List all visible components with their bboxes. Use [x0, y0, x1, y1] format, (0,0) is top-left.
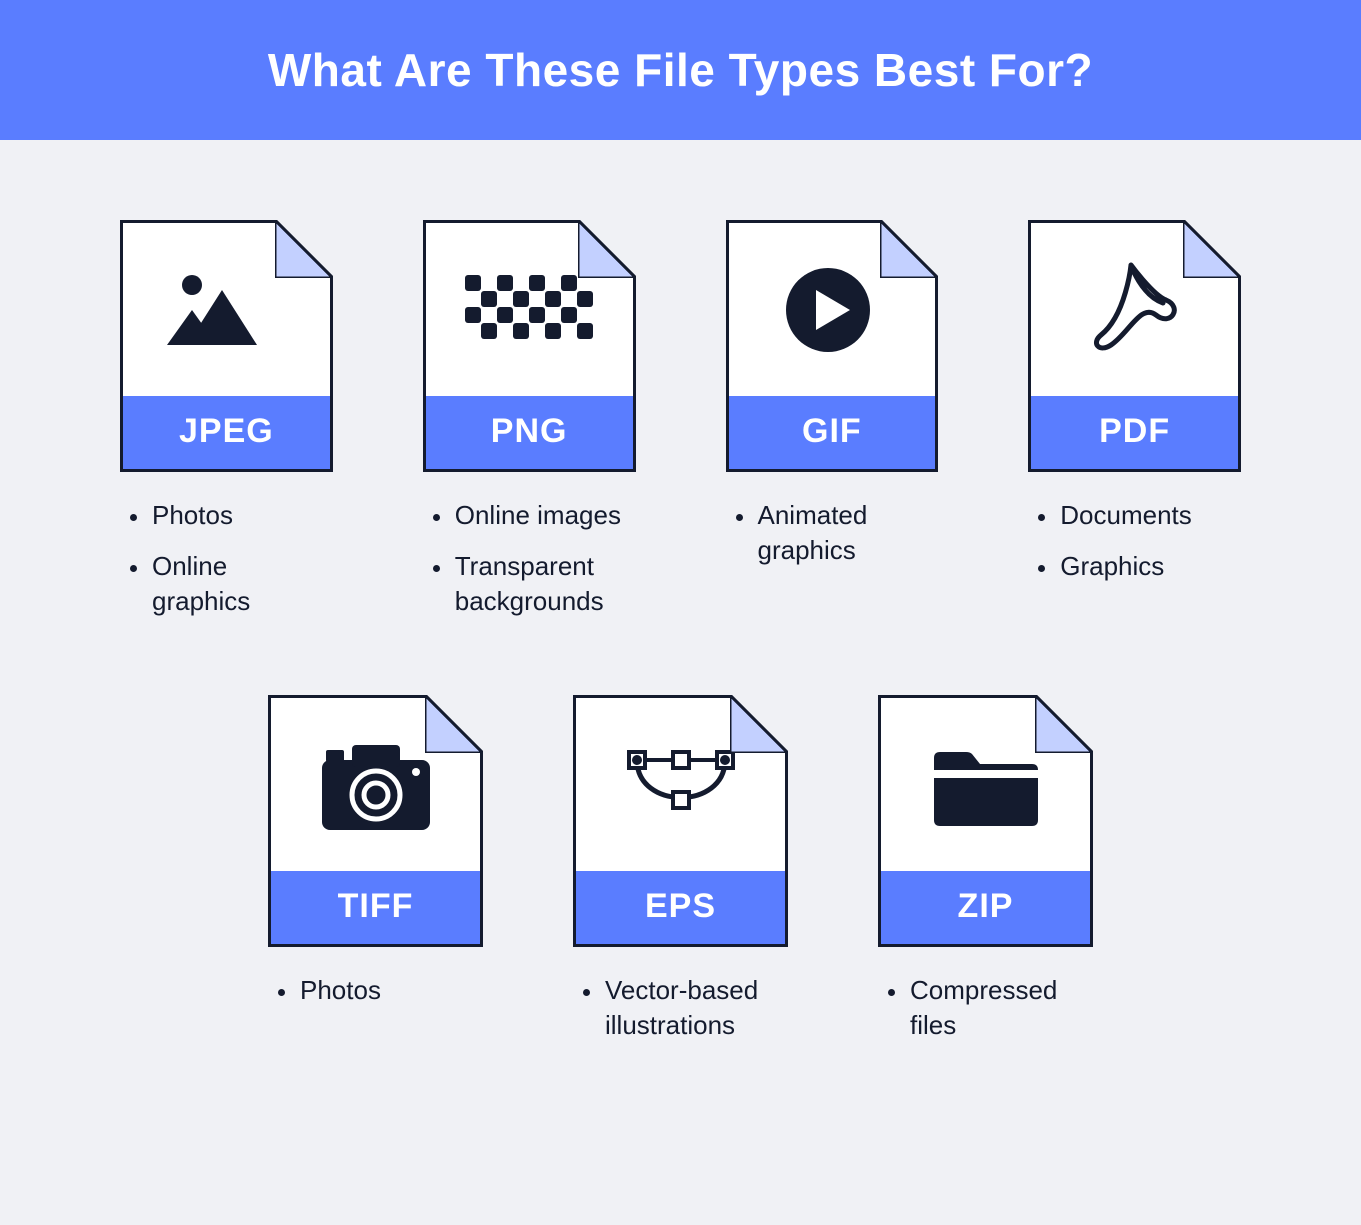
- file-icon-tile: GIF: [726, 220, 939, 472]
- file-icon-tile: ZIP: [878, 695, 1093, 947]
- use-item: Vector-based illustrations: [603, 973, 784, 1043]
- file-type-card: PDF Documents Graphics: [1028, 220, 1241, 635]
- use-item: Animated graphics: [756, 498, 935, 568]
- file-type-label: PNG: [426, 396, 633, 469]
- file-type-label: TIFF: [271, 871, 480, 944]
- file-type-grid: JPEG Photos Online graphics PNG Online im…: [0, 140, 1361, 1099]
- file-type-label: EPS: [576, 871, 785, 944]
- file-type-label: ZIP: [881, 871, 1090, 944]
- file-icon-tile: PDF: [1028, 220, 1241, 472]
- use-item: Photos: [298, 973, 479, 1008]
- file-icon-tile: EPS: [573, 695, 788, 947]
- file-type-card: GIF Animated graphics: [726, 220, 939, 635]
- file-type-label: GIF: [729, 396, 936, 469]
- folded-corner-icon: [1183, 220, 1241, 278]
- folded-corner-icon: [578, 220, 636, 278]
- use-item: Online graphics: [150, 549, 329, 619]
- file-type-label: PDF: [1031, 396, 1238, 469]
- use-item: Graphics: [1058, 549, 1237, 584]
- use-list: Online images Transparent backgrounds: [423, 472, 636, 635]
- folded-corner-icon: [425, 695, 483, 753]
- file-type-card: ZIP Compressed files: [878, 695, 1093, 1059]
- use-item: Online images: [453, 498, 632, 533]
- folded-corner-icon: [1035, 695, 1093, 753]
- folded-corner-icon: [275, 220, 333, 278]
- folded-corner-icon: [730, 695, 788, 753]
- use-item: Compressed files: [908, 973, 1089, 1043]
- folded-corner-icon: [880, 220, 938, 278]
- file-type-card: EPS Vector-based illustrations: [573, 695, 788, 1059]
- file-type-card: JPEG Photos Online graphics: [120, 220, 333, 635]
- file-icon-tile: TIFF: [268, 695, 483, 947]
- file-icon-tile: JPEG: [120, 220, 333, 472]
- use-list: Animated graphics: [726, 472, 939, 584]
- file-type-card: PNG Online images Transparent backgrounds: [423, 220, 636, 635]
- file-icon-tile: PNG: [423, 220, 636, 472]
- page-title: What Are These File Types Best For?: [268, 43, 1093, 97]
- row-1: JPEG Photos Online graphics PNG Online im…: [120, 220, 1241, 635]
- file-type-card: TIFF Photos: [268, 695, 483, 1059]
- use-list: Compressed files: [878, 947, 1093, 1059]
- row-2: TIFF Photos EPS Vector-based illustratio…: [120, 695, 1241, 1059]
- use-list: Vector-based illustrations: [573, 947, 788, 1059]
- page-header: What Are These File Types Best For?: [0, 0, 1361, 140]
- use-list: Photos Online graphics: [120, 472, 333, 635]
- use-item: Transparent backgrounds: [453, 549, 632, 619]
- file-type-label: JPEG: [123, 396, 330, 469]
- use-item: Photos: [150, 498, 329, 533]
- use-item: Documents: [1058, 498, 1237, 533]
- use-list: Documents Graphics: [1028, 472, 1241, 600]
- use-list: Photos: [268, 947, 483, 1024]
